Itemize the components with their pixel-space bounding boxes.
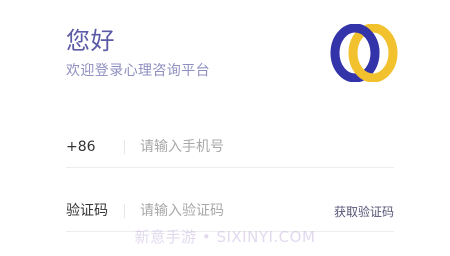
country-code-label[interactable]: +86 xyxy=(66,138,96,156)
get-code-button[interactable]: 获取验证码 xyxy=(334,204,394,220)
field-underline xyxy=(66,167,394,168)
greeting-title: 您好 xyxy=(66,27,115,55)
login-page: 您好 欢迎登录心理咨询平台 +86 验证码 获取验证码 新意手游 • SIXIN… xyxy=(0,0,450,256)
phone-input[interactable] xyxy=(140,136,310,158)
phone-row: +86 xyxy=(66,128,394,168)
overlapping-rings-logo-icon xyxy=(330,24,398,82)
field-separator xyxy=(124,140,125,154)
field-separator xyxy=(124,204,125,218)
code-row: 验证码 获取验证码 xyxy=(66,192,394,232)
verification-code-input[interactable] xyxy=(140,200,310,222)
watermark: 新意手游 • SIXINYI.COM xyxy=(134,228,316,246)
code-label: 验证码 xyxy=(66,203,108,219)
welcome-subtitle: 欢迎登录心理咨询平台 xyxy=(66,63,210,79)
